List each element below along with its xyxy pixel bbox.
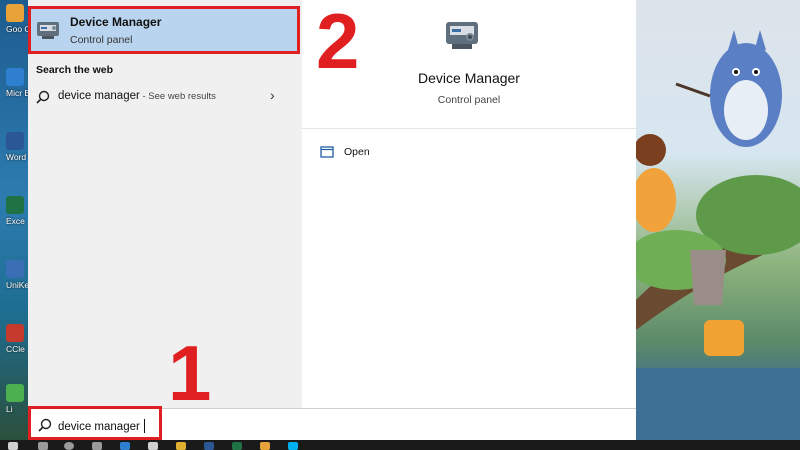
detail-divider bbox=[302, 128, 636, 129]
line-icon bbox=[6, 384, 24, 402]
web-result-row[interactable]: device manager - See web results › bbox=[28, 84, 298, 110]
desktop-icon-unikey[interactable]: UniKe Sho bbox=[6, 260, 28, 290]
desktop-wallpaper bbox=[636, 0, 800, 440]
skype-icon[interactable] bbox=[288, 442, 298, 450]
start-icon[interactable] bbox=[8, 442, 18, 450]
excel-icon[interactable] bbox=[232, 442, 242, 450]
unikey-icon bbox=[6, 260, 24, 278]
desktop-icon-excel[interactable]: Exce bbox=[6, 196, 28, 226]
annotation-box-search bbox=[28, 406, 162, 440]
search-the-web-heading: Search the web bbox=[36, 64, 114, 76]
edge-icon[interactable] bbox=[120, 442, 130, 450]
desktop-icon-ccleaner[interactable]: CCle bbox=[6, 324, 28, 354]
cortana-icon[interactable] bbox=[64, 442, 74, 450]
store-icon[interactable] bbox=[148, 442, 158, 450]
search-icon[interactable] bbox=[38, 442, 48, 450]
open-action-label: Open bbox=[344, 146, 370, 158]
open-window-icon bbox=[320, 145, 334, 158]
open-action[interactable]: Open bbox=[320, 144, 440, 162]
annotation-box-best-match bbox=[28, 6, 300, 54]
search-icon bbox=[36, 90, 50, 104]
desktop-icon-edge[interactable]: Micr Ed bbox=[6, 68, 28, 98]
wallpaper-illustration bbox=[636, 30, 800, 440]
ccleaner-icon bbox=[6, 324, 24, 342]
task-view-icon[interactable] bbox=[92, 442, 102, 450]
excel-icon bbox=[6, 196, 24, 214]
device-manager-large-icon bbox=[442, 16, 486, 54]
web-result-hint: - See web results bbox=[139, 91, 216, 102]
annotation-step-2: 2 bbox=[316, 0, 360, 85]
taskbar bbox=[0, 440, 800, 450]
web-result-text: device manager - See web results bbox=[58, 90, 216, 102]
search-results-pane: Device Manager Control panel Search the … bbox=[28, 0, 302, 408]
word-icon bbox=[6, 132, 24, 150]
chrome-icon bbox=[6, 4, 24, 22]
chevron-right-icon[interactable]: › bbox=[270, 87, 275, 103]
detail-subtitle: Control panel bbox=[437, 94, 501, 106]
chrome-icon[interactable] bbox=[260, 442, 270, 450]
explorer-icon[interactable] bbox=[176, 442, 186, 450]
edge-icon bbox=[6, 68, 24, 86]
annotation-step-1: 1 bbox=[168, 329, 212, 417]
desktop-icon-word[interactable]: Word bbox=[6, 132, 28, 162]
word-icon[interactable] bbox=[204, 442, 214, 450]
desktop-icon-line[interactable]: Li bbox=[6, 384, 28, 414]
desktop-left-strip: Goo Chro Micr Ed Word Exce UniKe Sho CCl… bbox=[0, 0, 28, 440]
desktop-icon-chrome[interactable]: Goo Chro bbox=[6, 4, 28, 34]
